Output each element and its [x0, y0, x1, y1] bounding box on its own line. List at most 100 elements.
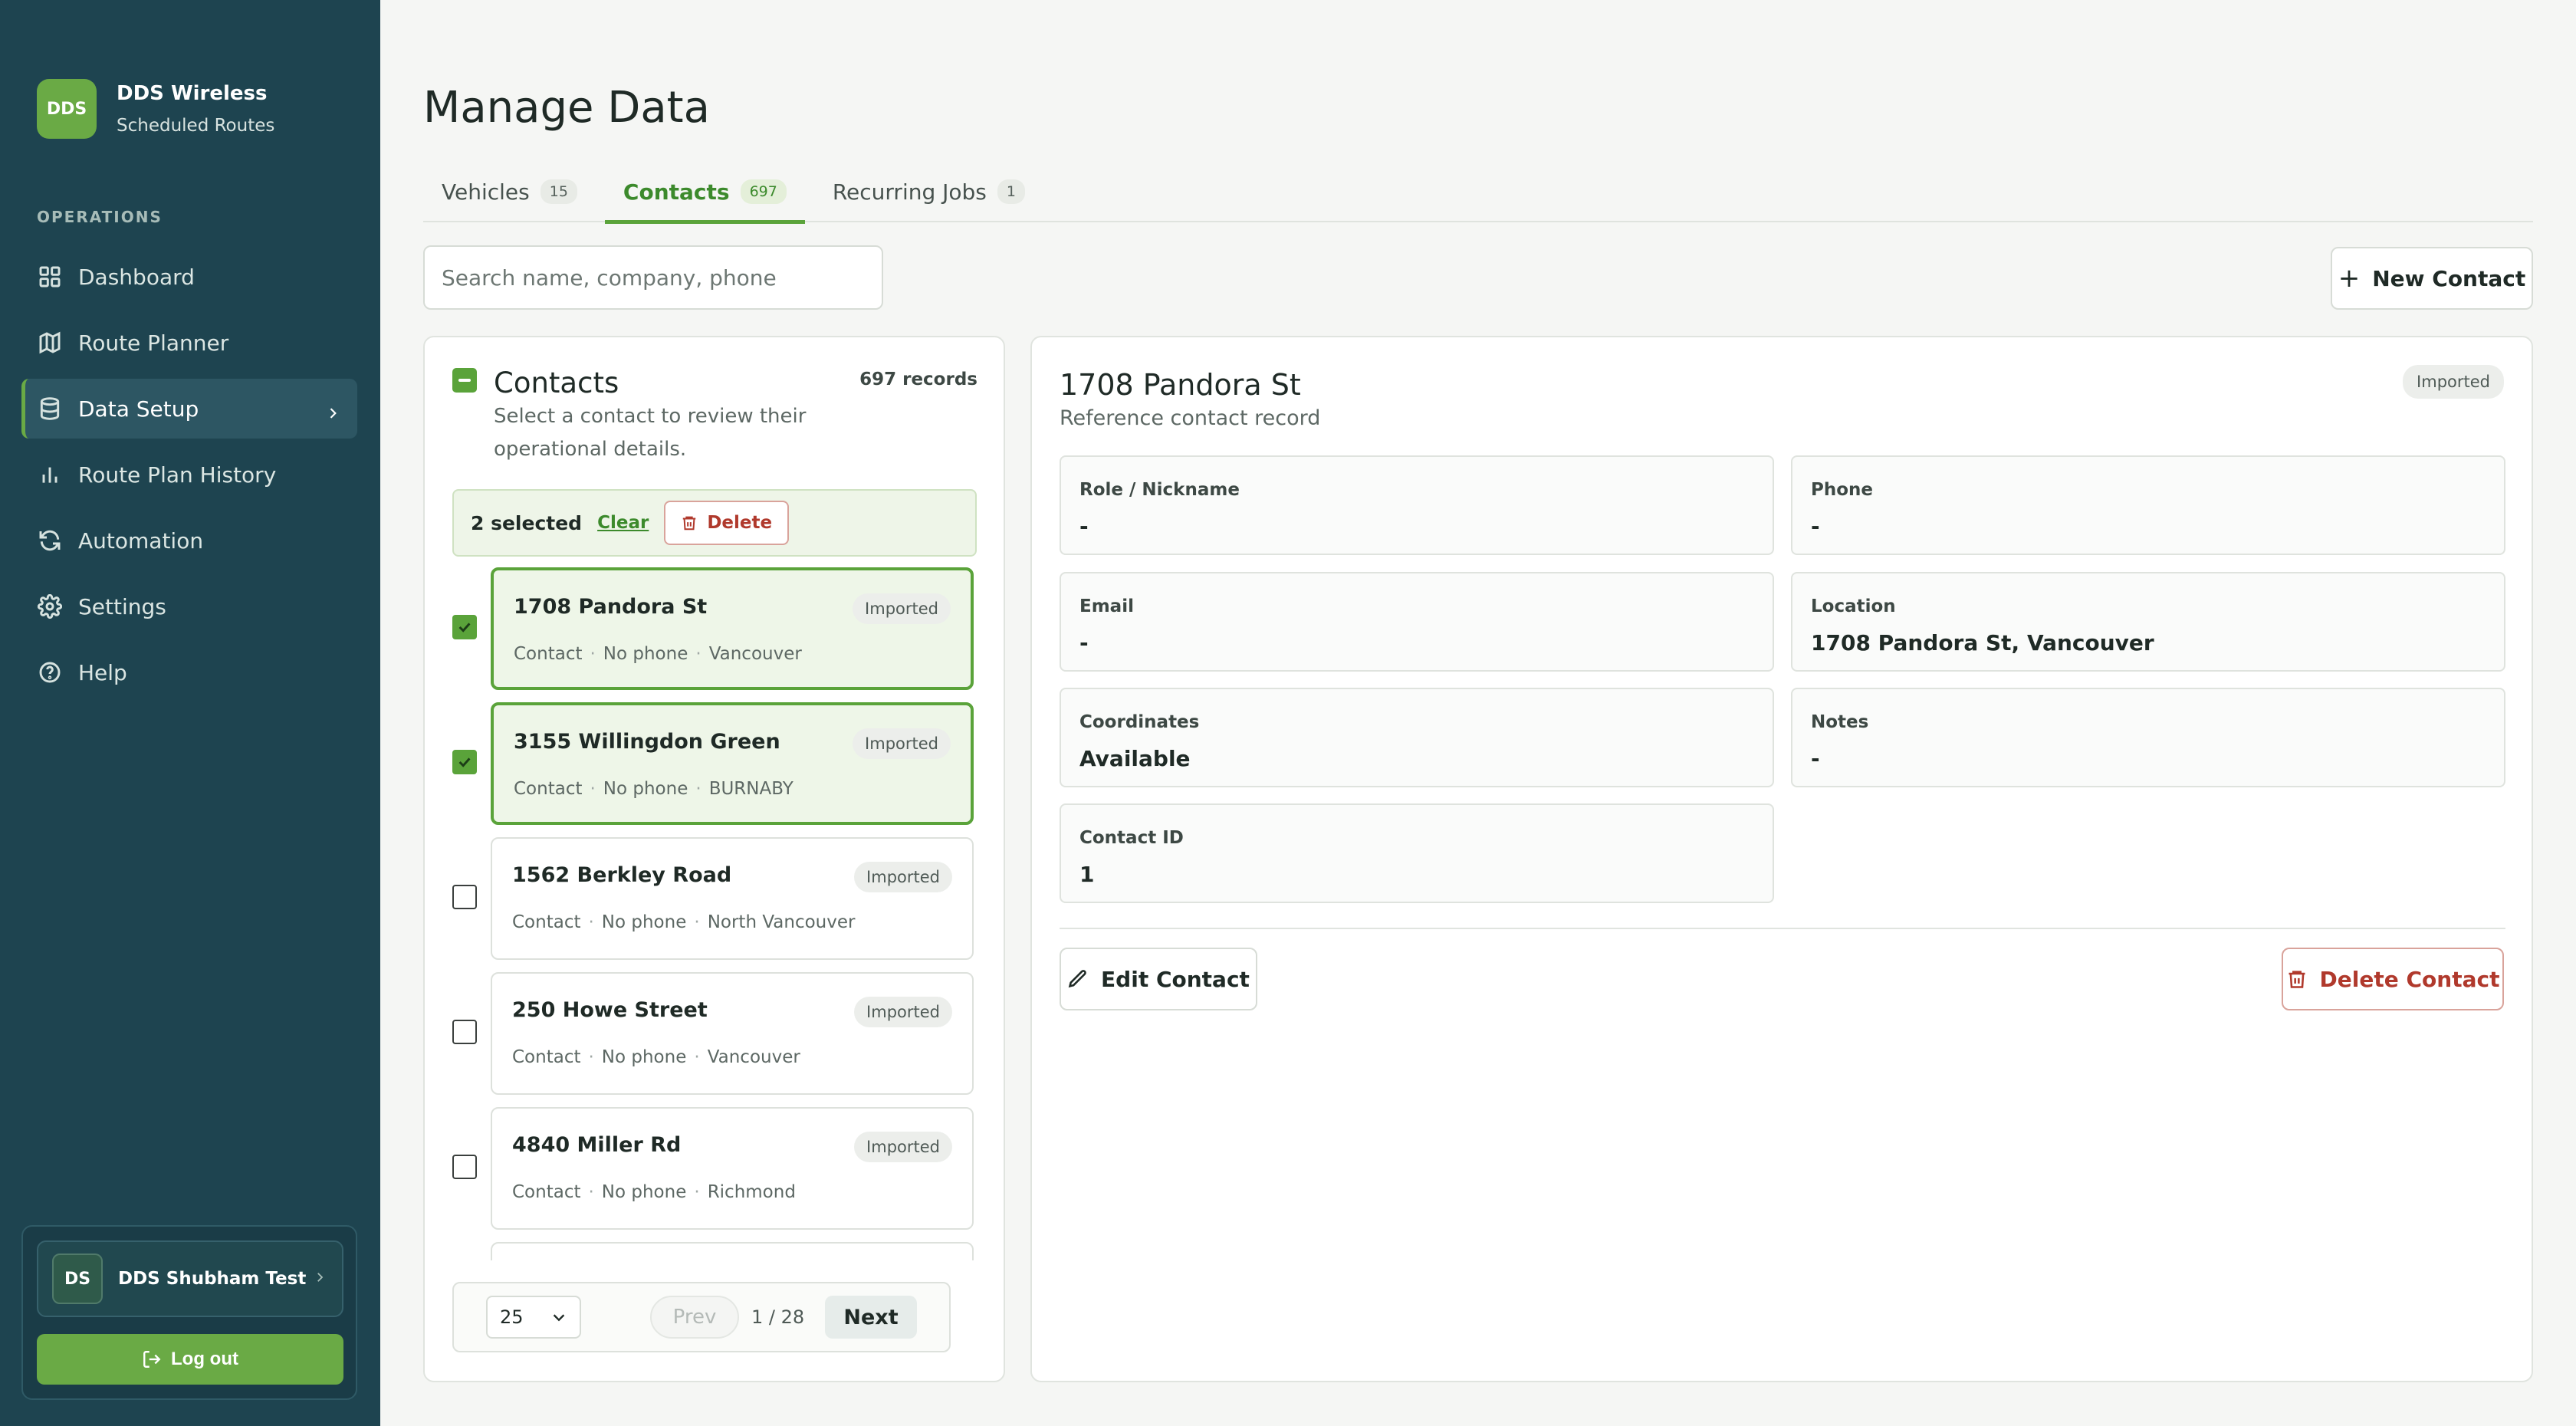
status-badge: Imported: [854, 862, 952, 892]
bulk-delete-button[interactable]: Delete: [664, 501, 790, 545]
record-count: 697 records: [859, 370, 978, 389]
field-email: Email -: [1060, 572, 1774, 672]
brand: DDS DDS Wireless Scheduled Routes: [37, 79, 274, 139]
contact-city: Richmond: [686, 1182, 796, 1202]
sidebar-item-label: Data Setup: [78, 396, 199, 422]
edit-contact-label: Edit Contact: [1101, 966, 1250, 992]
check-icon: [458, 757, 471, 767]
contact-phone: No phone: [580, 912, 687, 932]
sidebar-item-dashboard[interactable]: Dashboard: [21, 247, 357, 307]
list-title: Contacts: [494, 366, 619, 399]
grid-icon: [37, 264, 63, 290]
bulk-delete-label: Delete: [707, 513, 773, 533]
contact-meta: Contact No phone North Vancouver: [512, 912, 855, 932]
tab-vehicles[interactable]: Vehicles 15: [423, 161, 596, 222]
sidebar-item-help[interactable]: Help: [21, 642, 357, 702]
contact-phone: No phone: [582, 779, 688, 799]
page-size-select[interactable]: 25: [486, 1296, 581, 1339]
contact-card[interactable]: 3155 Willingdon Green Imported Contact N…: [491, 702, 974, 825]
field-label: Phone: [1811, 480, 1874, 500]
page-indicator: 1 / 28: [751, 1306, 805, 1328]
row-checkbox[interactable]: [452, 615, 477, 639]
nav-section-label: OPERATIONS: [37, 208, 163, 226]
contact-detail-panel: 1708 Pandora St Reference contact record…: [1030, 336, 2533, 1382]
user-profile-button[interactable]: DS DDS Shubham Test: [37, 1240, 343, 1317]
row-checkbox[interactable]: [452, 1155, 477, 1179]
page-title: Manage Data: [423, 83, 710, 133]
chevron-down-icon: [553, 1314, 565, 1322]
sidebar-item-automation[interactable]: Automation: [21, 511, 357, 570]
contact-city: BURNABY: [688, 779, 794, 799]
contact-city: Vancouver: [688, 644, 802, 664]
refresh-icon: [37, 527, 63, 554]
contact-card[interactable]: 1708 Pandora St Imported Contact No phon…: [491, 567, 974, 690]
status-badge: Imported: [853, 593, 951, 624]
logout-button[interactable]: Log out: [37, 1334, 343, 1385]
field-label: Email: [1079, 596, 1134, 616]
detail-title: 1708 Pandora St: [1060, 368, 1301, 402]
field-label: Notes: [1811, 712, 1869, 732]
sidebar: DDS DDS Wireless Scheduled Routes OPERAT…: [0, 0, 380, 1426]
trash-icon: [2288, 971, 2305, 988]
page-size-value: 25: [500, 1306, 524, 1328]
tab-recurring-jobs[interactable]: Recurring Jobs 1: [814, 161, 1043, 222]
contact-type: Contact: [514, 779, 583, 799]
pagination: 25 Prev 1 / 28 Next: [452, 1282, 951, 1352]
tab-label: Contacts: [623, 179, 730, 205]
sidebar-nav: Dashboard Route Planner Data Setup Route…: [21, 247, 357, 708]
contacts-list-panel: Contacts 697 records Select a contact to…: [423, 336, 1005, 1382]
list-item-partial: [425, 1242, 1004, 1260]
row-checkbox[interactable]: [452, 885, 477, 909]
clear-selection-link[interactable]: Clear: [597, 513, 649, 533]
contact-phone: No phone: [580, 1182, 687, 1202]
contact-phone: No phone: [580, 1047, 687, 1067]
new-contact-button[interactable]: + New Contact: [2331, 247, 2533, 310]
sidebar-item-settings[interactable]: Settings: [21, 577, 357, 636]
database-icon: [37, 396, 63, 422]
list-item: 250 Howe Street Imported Contact No phon…: [425, 972, 1004, 1095]
tab-label: Vehicles: [442, 179, 530, 205]
contact-card[interactable]: 1562 Berkley Road Imported Contact No ph…: [491, 837, 974, 960]
sidebar-item-label: Dashboard: [78, 264, 195, 290]
status-badge: Imported: [854, 1132, 952, 1162]
list-item: 3155 Willingdon Green Imported Contact N…: [425, 702, 1004, 825]
sidebar-item-data-setup[interactable]: Data Setup: [21, 379, 357, 439]
field-notes: Notes -: [1791, 688, 2505, 787]
field-coordinates: Coordinates Available: [1060, 688, 1774, 787]
row-checkbox[interactable]: [452, 750, 477, 774]
tab-count-badge: 1: [997, 179, 1025, 204]
selected-count: 2 selected: [471, 511, 583, 534]
sidebar-item-route-planner[interactable]: Route Planner: [21, 313, 357, 373]
contact-meta: Contact No phone Vancouver: [512, 1047, 800, 1067]
contact-card[interactable]: [491, 1242, 974, 1260]
field-label: Location: [1811, 596, 1896, 616]
contact-title: 4840 Miller Rd: [512, 1133, 682, 1157]
logout-icon: [143, 1351, 161, 1368]
next-page-button[interactable]: Next: [825, 1296, 917, 1339]
field-contact-id: Contact ID 1: [1060, 803, 1774, 903]
edit-contact-button[interactable]: Edit Contact: [1060, 948, 1257, 1010]
map-icon: [37, 330, 63, 356]
tab-count-badge: 15: [540, 179, 577, 204]
contact-card[interactable]: 4840 Miller Rd Imported Contact No phone…: [491, 1107, 974, 1230]
sidebar-item-route-plan-history[interactable]: Route Plan History: [21, 445, 357, 504]
contact-meta: Contact No phone BURNABY: [514, 779, 794, 799]
search-input[interactable]: [423, 245, 883, 310]
prev-page-button[interactable]: Prev: [650, 1296, 739, 1339]
check-icon: [458, 623, 471, 632]
sidebar-item-label: Help: [78, 659, 127, 685]
contact-title: 3155 Willingdon Green: [514, 730, 780, 754]
contact-card[interactable]: 250 Howe Street Imported Contact No phon…: [491, 972, 974, 1095]
field-value: Available: [1079, 746, 1191, 771]
select-all-checkbox[interactable]: [452, 368, 477, 393]
field-label: Contact ID: [1079, 828, 1184, 848]
gear-icon: [37, 593, 63, 619]
delete-contact-button[interactable]: Delete Contact: [2282, 948, 2504, 1010]
field-value: -: [1079, 630, 1089, 656]
chevron-right-icon: [313, 1270, 327, 1287]
tab-contacts[interactable]: Contacts 697: [604, 161, 805, 224]
row-checkbox[interactable]: [452, 1020, 477, 1044]
status-badge: Imported: [854, 997, 952, 1027]
contact-title: 1708 Pandora St: [514, 595, 708, 619]
field-phone: Phone -: [1791, 455, 2505, 555]
